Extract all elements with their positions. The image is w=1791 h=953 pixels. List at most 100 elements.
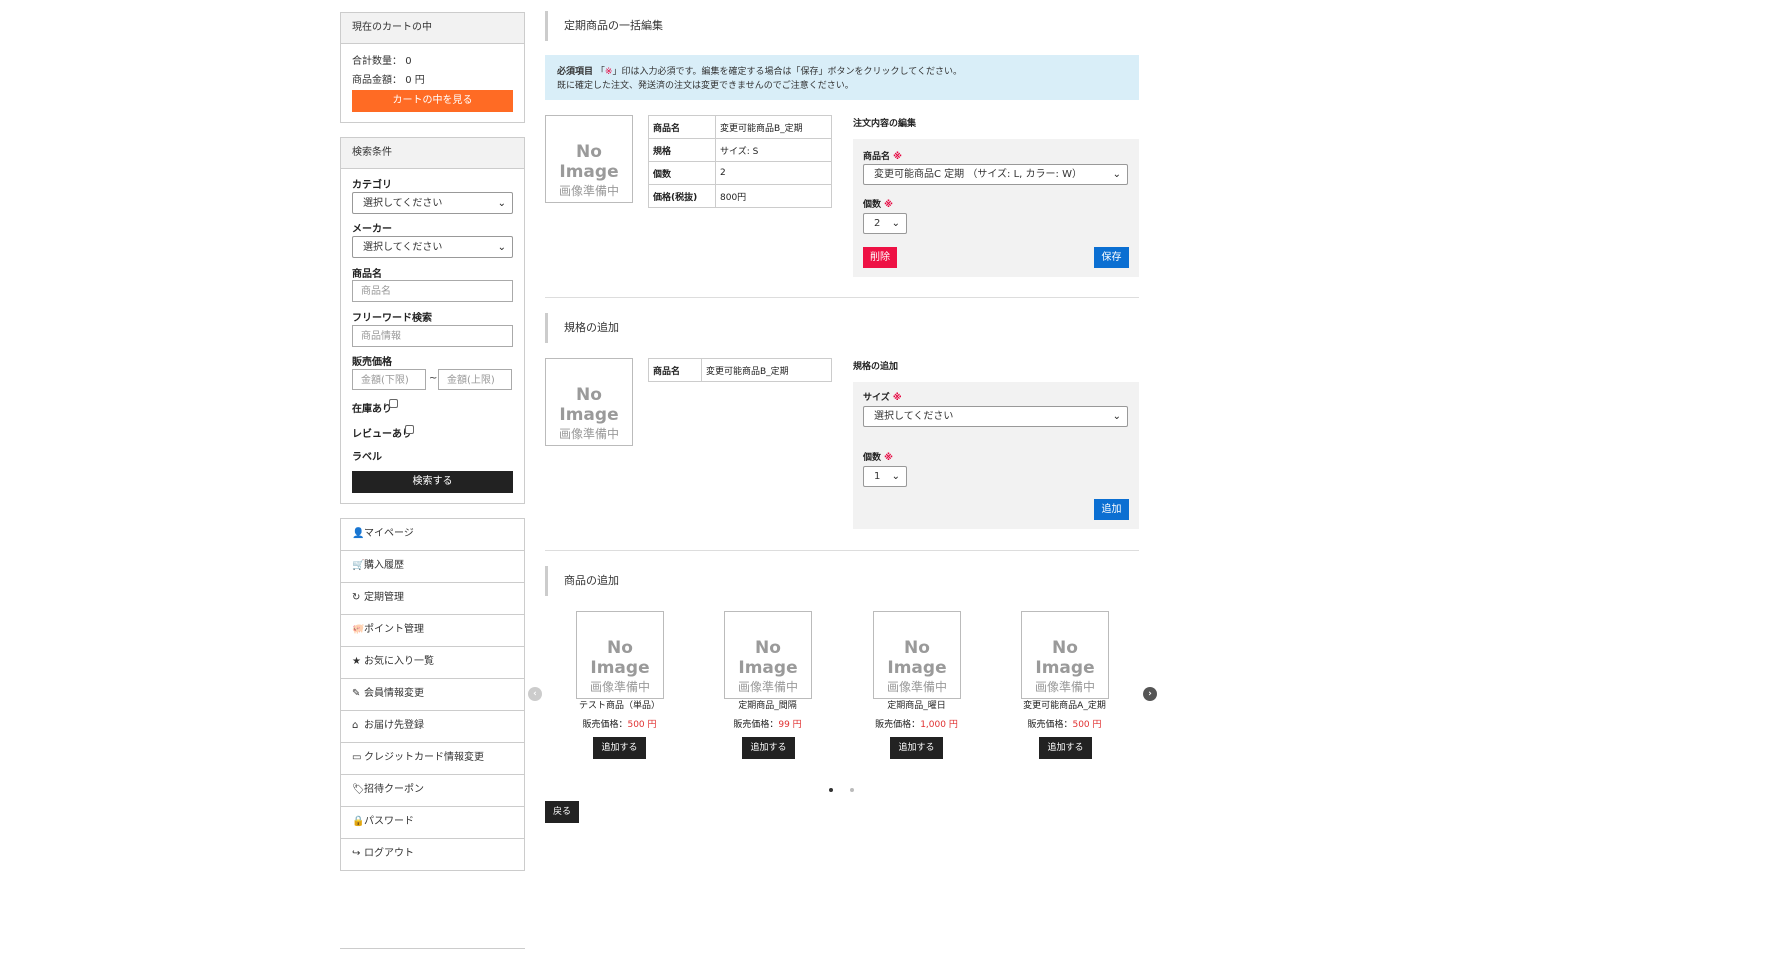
chevron-down-icon: ⌄ [497, 242, 506, 253]
cart-qty-value: 0 [405, 56, 412, 67]
required-mark: ※ [893, 152, 902, 162]
cart-qty-label: 合計数量： [352, 56, 402, 67]
edit-product-select[interactable]: 変更可能商品C 定期 （サイズ: L, カラー: W） ⌄ [863, 164, 1128, 185]
section-title-add-product: 商品の追加 [545, 566, 845, 596]
section-title-bulk-edit: 定期商品の一括編集 [545, 11, 845, 41]
no-image-subtext: 画像準備中 [558, 184, 619, 198]
stock-label: 在庫あり [352, 404, 392, 415]
add-spec-heading: 規格の追加 [853, 362, 899, 372]
edit-qty-select[interactable]: 2 ⌄ [863, 213, 907, 234]
size-select[interactable]: 選択してください ⌄ [863, 406, 1128, 427]
category-select[interactable]: 選択してください ⌄ [352, 192, 513, 214]
add-product-button[interactable]: 追加する [890, 737, 943, 759]
no-image-subtext: 画像準備中 [886, 680, 947, 694]
spec-item-name-value: 変更可能商品B_定期 [701, 358, 832, 382]
search-panel-title: 検索条件 [341, 138, 524, 169]
no-image-text: No Image [559, 142, 619, 182]
pencil-icon: ✎ [352, 688, 361, 699]
add-product-button[interactable]: 追加する [742, 737, 795, 759]
edit-order-heading: 注文内容の編集 [853, 119, 917, 129]
product-price: 販売価格：99 円 [733, 720, 802, 730]
no-image-text: No Image [738, 638, 798, 678]
save-button[interactable]: 保存 [1094, 247, 1129, 268]
chevron-down-icon: ⌄ [1112, 411, 1121, 422]
search-button[interactable]: 検索する [352, 471, 513, 493]
spec-item-name-header: 商品名 [648, 358, 702, 382]
item-name-value: 変更可能商品B_定期 [715, 115, 832, 139]
product-image[interactable]: No Image 画像準備中 [724, 611, 812, 699]
cart-panel: 現在のカートの中 合計数量： 0 商品金額： 0 円 カートの中を見る [340, 12, 525, 123]
maker-select[interactable]: 選択してください ⌄ [352, 236, 513, 258]
add-spec-box: サイズ ※ 選択してください ⌄ 個数 ※ 1 ⌄ 追加 [853, 382, 1139, 529]
edit-qty-label: 個数 ※ [863, 200, 893, 210]
product-card: No Image 画像準備中 変更可能商品A_定期 販売価格：500 円 追加す… [1011, 611, 1118, 761]
carousel-dot[interactable] [850, 788, 854, 792]
add-qty-select[interactable]: 1 ⌄ [863, 466, 907, 487]
item-name-header: 商品名 [648, 115, 716, 139]
edit-qty-select-value: 2 [874, 218, 881, 229]
chevron-down-icon: ⌄ [891, 471, 900, 482]
add-product-button[interactable]: 追加する [1039, 737, 1092, 759]
price-max-input[interactable]: 金額(上限) [438, 369, 512, 390]
add-spec-button[interactable]: 追加 [1094, 499, 1129, 520]
view-cart-button[interactable]: カートの中を見る [352, 90, 513, 112]
spec-item-table: 商品名 変更可能商品B_定期 [648, 358, 832, 382]
menu-item[interactable]: 🔒パスワード [340, 807, 525, 839]
no-image-text: No Image [590, 638, 650, 678]
menu-item[interactable]: ⌂ お届け先登録 [340, 711, 525, 743]
carousel-prev-button[interactable]: ‹ [528, 687, 542, 701]
product-image[interactable]: No Image 画像準備中 [576, 611, 664, 699]
item-qty-header: 個数 [648, 161, 716, 185]
user-icon: 👤 [352, 528, 365, 539]
notice-text-2: 既に確定した注文、発送済の注文は変更できませんのでご注意ください。 [557, 81, 854, 91]
stock-checkbox[interactable] [389, 399, 398, 408]
product-name: テスト商品（単品） [578, 701, 660, 711]
carousel-dot[interactable] [829, 788, 833, 792]
menu-item[interactable]: ★ お気に入り一覧 [340, 647, 525, 679]
delete-button[interactable]: 削除 [863, 247, 897, 268]
required-mark: ※ [884, 200, 893, 210]
menu-item-label: 招待クーポン [364, 784, 424, 795]
section-divider [545, 297, 1139, 298]
product-image[interactable]: No Image 画像準備中 [873, 611, 961, 699]
edit-order-box: 商品名 ※ 変更可能商品C 定期 （サイズ: L, カラー: W） ⌄ 個数 ※… [853, 139, 1139, 277]
item-price-value: 800円 [715, 184, 832, 208]
item-qty-value: 2 [715, 161, 832, 185]
menu-item-label: パスワード [364, 816, 414, 827]
product-image[interactable]: No Image 画像準備中 [1021, 611, 1109, 699]
review-checkbox[interactable] [405, 425, 414, 434]
add-product-button[interactable]: 追加する [593, 737, 646, 759]
item-spec-value: サイズ: S [715, 138, 832, 162]
no-image-text: No Image [887, 638, 947, 678]
product-name-input[interactable]: 商品名 [352, 280, 513, 302]
menu-item[interactable]: 🐖ポイント管理 [340, 615, 525, 647]
product-price: 販売価格：500 円 [1027, 720, 1102, 730]
add-qty-select-value: 1 [874, 471, 881, 482]
menu-item[interactable]: ↪ ログアウト [340, 839, 525, 871]
menu-item[interactable]: 👤マイページ [340, 518, 525, 551]
item-spec-header: 規格 [648, 138, 716, 162]
product-name-label: 商品名 [352, 269, 382, 280]
menu-item[interactable]: ↻ 定期管理 [340, 583, 525, 615]
product-card: No Image 画像準備中 テスト商品（単品） 販売価格：500 円 追加する [566, 611, 673, 761]
required-mark: ※ [892, 393, 902, 403]
back-button[interactable]: 戻る [545, 801, 579, 823]
label-label: ラベル [352, 452, 382, 463]
star-icon: ★ [352, 656, 361, 667]
price-min-input[interactable]: 金額(下限) [352, 369, 426, 390]
sidebar-bottom-divider [340, 948, 525, 949]
menu-item[interactable]: 🛒購入履歴 [340, 551, 525, 583]
product-name: 変更可能商品A_定期 [1023, 701, 1106, 711]
section-divider [545, 550, 1139, 551]
menu-item[interactable]: ▭ クレジットカード情報変更 [340, 743, 525, 775]
freeword-input[interactable]: 商品情報 [352, 325, 513, 347]
carousel-next-button[interactable]: › [1143, 687, 1157, 701]
menu-item[interactable]: ✎ 会員情報変更 [340, 679, 525, 711]
size-select-value: 選択してください [874, 411, 954, 422]
piggy-bank-icon: 🐖 [352, 624, 365, 635]
notice-line-1: 必須項目 「※」印は入力必須です。編集を確定する場合は「保存」ボタンをクリックし… [557, 65, 1127, 79]
cart-icon: 🛒 [352, 560, 365, 571]
maker-label: メーカー [352, 224, 392, 235]
menu-item[interactable]: 🏷招待クーポン [340, 775, 525, 807]
product-card: No Image 画像準備中 定期商品_間隔 販売価格：99 円 追加する [714, 611, 821, 761]
